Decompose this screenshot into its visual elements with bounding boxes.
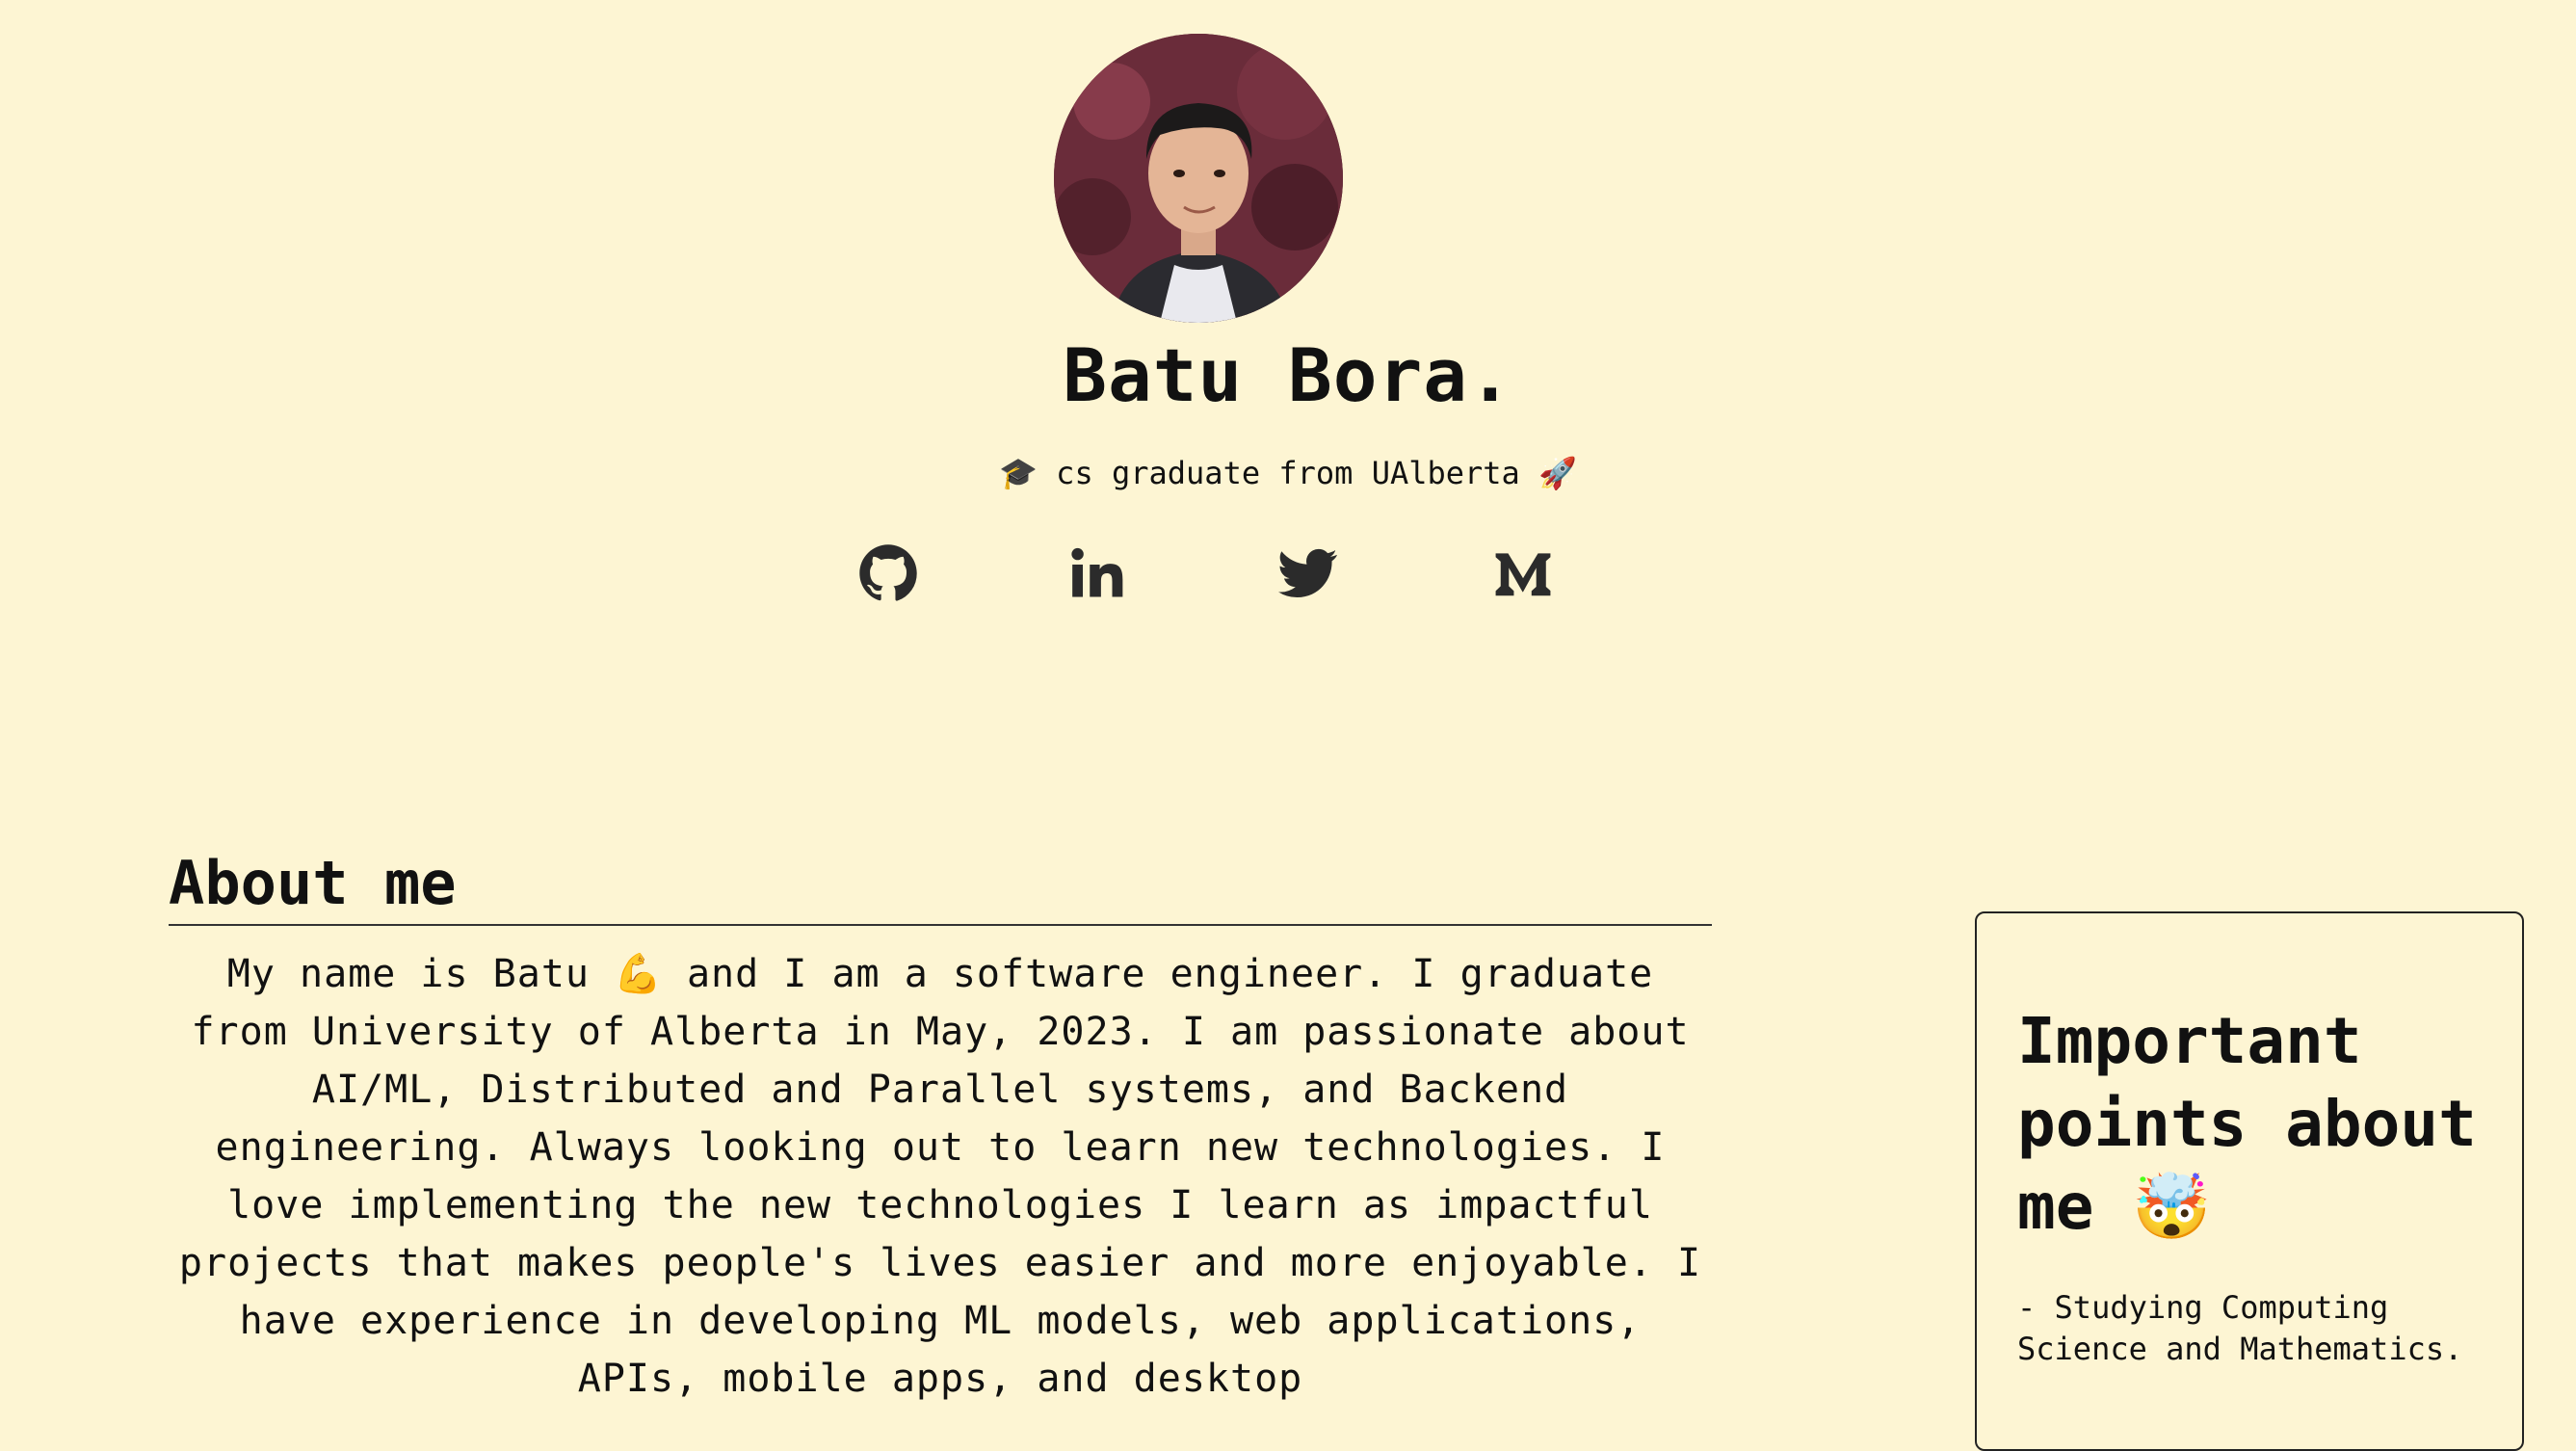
important-point: - Studying Computing Science and Mathema…: [2017, 1289, 2463, 1367]
github-link[interactable]: [854, 540, 922, 607]
about-text: My name is Batu 💪 and I am a software en…: [178, 952, 1702, 1401]
linkedin-link[interactable]: [1064, 540, 1131, 607]
important-points-card: Important points about me 🤯 - Studying C…: [1975, 911, 2524, 1451]
profile-name: Batu Bora.: [1063, 332, 1513, 418]
twitter-link[interactable]: [1275, 540, 1342, 607]
about-title: About me: [169, 848, 1712, 926]
avatar-image: [1054, 34, 1343, 323]
avatar: [1054, 34, 1343, 323]
linkedin-icon: [1071, 547, 1123, 597]
about-section: About me My name is Batu 💪 and I am a so…: [169, 848, 1712, 1408]
medium-link[interactable]: [1489, 540, 1557, 607]
twitter-icon: [1278, 548, 1337, 598]
profile-tagline: 🎓 cs graduate from UAlberta 🚀: [999, 455, 1577, 491]
medium-icon: [1495, 553, 1551, 596]
github-icon: [859, 544, 917, 601]
social-links: [0, 540, 2576, 607]
important-points-title: Important points about me 🤯: [2017, 1004, 2477, 1244]
